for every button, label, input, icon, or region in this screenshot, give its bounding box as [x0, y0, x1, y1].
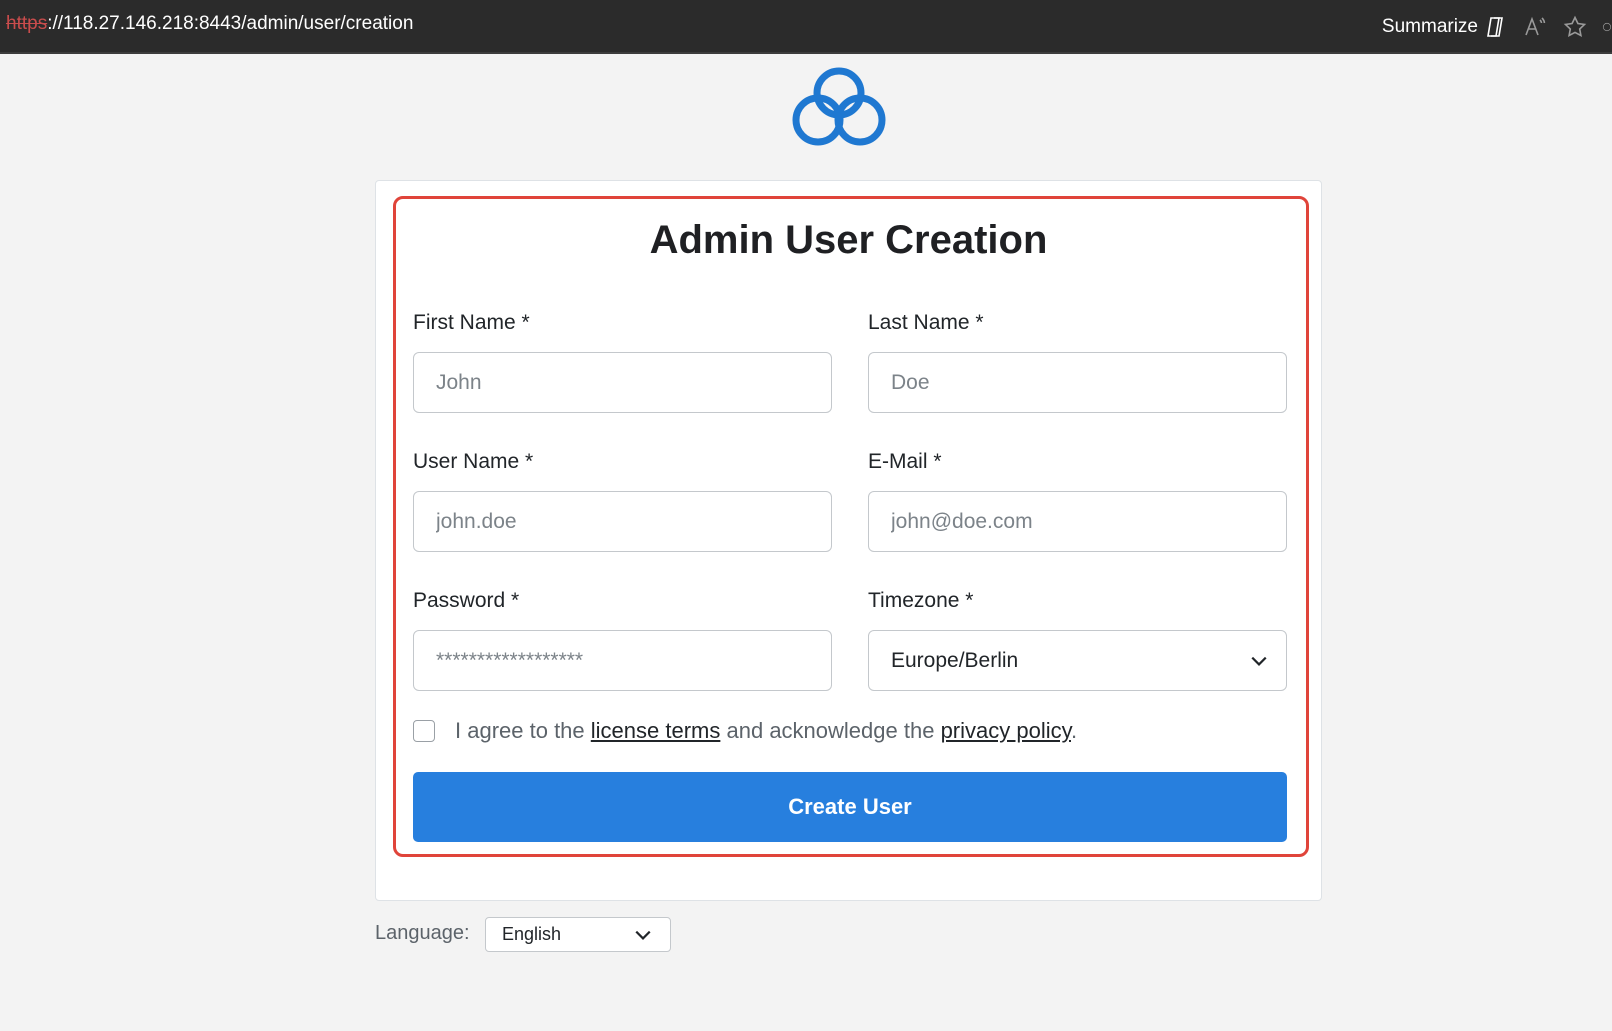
- language-value: English: [502, 924, 562, 944]
- language-select[interactable]: English: [485, 917, 671, 952]
- summarize-button[interactable]: Summarize: [1382, 14, 1508, 40]
- user-name-label: User Name *: [413, 450, 534, 473]
- first-name-input[interactable]: [413, 352, 832, 413]
- license-terms-link[interactable]: license terms: [591, 718, 721, 743]
- email-input[interactable]: [868, 491, 1287, 552]
- agree-row: I agree to the license terms and acknowl…: [413, 716, 1077, 746]
- read-aloud-icon[interactable]: [1522, 14, 1548, 40]
- password-input[interactable]: [413, 630, 832, 691]
- first-name-label: First Name *: [413, 311, 530, 334]
- last-name-input[interactable]: [868, 352, 1287, 413]
- profile-icon[interactable]: [1602, 14, 1612, 40]
- address-bar[interactable]: https://118.27.146.218:8443/admin/user/c…: [6, 13, 413, 35]
- password-label: Password *: [413, 589, 520, 612]
- last-name-label: Last Name *: [868, 311, 984, 334]
- chevron-down-icon: [634, 926, 652, 944]
- url-path: ://118.27.146.218:8443/admin/user/creati…: [47, 13, 414, 34]
- url-scheme: https: [6, 13, 48, 34]
- agree-text: I agree to the license terms and acknowl…: [455, 718, 1077, 744]
- language-label: Language:: [375, 922, 470, 944]
- chevron-down-icon: [1250, 652, 1268, 670]
- brand-cloud-logo-icon: [791, 63, 887, 149]
- agree-checkbox[interactable]: [413, 720, 435, 742]
- agree-middle: and acknowledge the: [726, 718, 935, 743]
- browser-toolbar: https://118.27.146.218:8443/admin/user/c…: [0, 0, 1612, 54]
- create-user-button[interactable]: Create User: [413, 772, 1287, 842]
- timezone-label: Timezone *: [868, 589, 974, 612]
- timezone-value: Europe/Berlin: [891, 648, 1019, 672]
- email-label: E-Mail *: [868, 450, 942, 473]
- page-title: Admin User Creation: [649, 218, 1048, 262]
- privacy-policy-link[interactable]: privacy policy: [941, 718, 1071, 743]
- timezone-select[interactable]: Europe/Berlin: [868, 630, 1287, 691]
- agree-suffix: .: [1070, 718, 1078, 743]
- favorite-star-icon[interactable]: [1562, 14, 1588, 40]
- user-name-input[interactable]: [413, 491, 832, 552]
- copilot-icon: [1482, 14, 1508, 40]
- agree-prefix: I agree to the: [455, 718, 585, 743]
- summarize-label: Summarize: [1381, 16, 1478, 37]
